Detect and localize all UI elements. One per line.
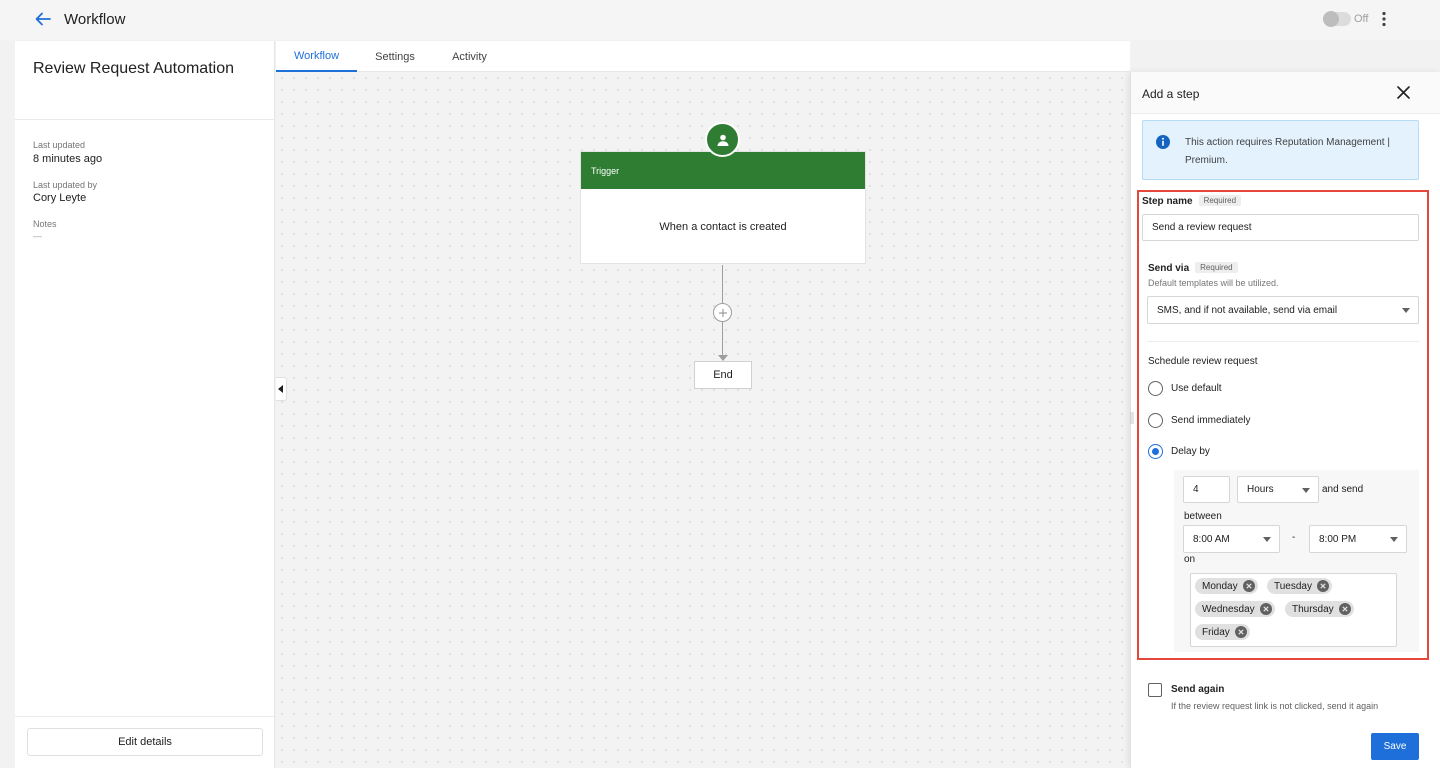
info-banner-text: This action requires Reputation Manageme… (1185, 137, 1390, 166)
chevron-down-icon (1263, 537, 1271, 542)
day-chip-label: Thursday (1292, 603, 1334, 615)
tab-workflow[interactable]: Workflow (276, 41, 357, 72)
required-badge: Required (1195, 262, 1238, 273)
end-time-selected: 8:00 PM (1319, 533, 1357, 545)
collapse-panel-button[interactable] (276, 377, 287, 401)
top-bar: Workflow Off (0, 0, 1440, 40)
radio-send-immediately[interactable]: Send immediately (1148, 413, 1250, 428)
days-multiselect[interactable]: Monday Tuesday Wednesday Thursday Friday (1190, 573, 1397, 647)
info-banner: This action requires Reputation Manageme… (1142, 120, 1419, 180)
last-updated-label: Last updated (33, 140, 86, 150)
send-via-label: Send via Required (1148, 262, 1238, 274)
radio-button[interactable] (1148, 381, 1163, 396)
divider (15, 716, 275, 717)
day-chip: Friday (1195, 624, 1250, 640)
day-chip-label: Wednesday (1202, 603, 1255, 615)
send-via-label-text: Send via (1148, 263, 1190, 274)
workflow-name: Review Request Automation (33, 60, 234, 77)
workflow-details-panel: Review Request Automation Last updated 8… (15, 41, 275, 768)
add-step-drawer: Add a step This action requires Reputati… (1130, 72, 1440, 768)
step-name-label: Step name Required (1142, 195, 1242, 207)
edit-details-button[interactable]: Edit details (27, 728, 263, 756)
drawer-header: Add a step (1131, 72, 1440, 114)
day-chip: Wednesday (1195, 601, 1275, 617)
last-updated-by-value: Cory Leyte (33, 192, 87, 204)
delay-amount-input[interactable]: 4 (1183, 476, 1230, 503)
radio-button[interactable] (1148, 413, 1163, 428)
chevron-down-icon (1302, 487, 1310, 493)
send-again-description: If the review request link is not clicke… (1171, 701, 1379, 711)
drawer-title: Add a step (1142, 87, 1200, 101)
remove-chip-icon[interactable] (1259, 603, 1272, 615)
delay-unit-select[interactable]: Hours (1237, 476, 1319, 503)
close-icon[interactable] (1397, 86, 1410, 99)
required-badge: Required (1198, 195, 1242, 206)
last-updated-by-label: Last updated by (33, 180, 98, 190)
tab-activity[interactable]: Activity (441, 41, 498, 72)
workflow-status-toggle[interactable] (1323, 11, 1351, 27)
connector-line (722, 265, 723, 303)
radio-delay-by[interactable]: Delay by (1148, 444, 1210, 459)
radio-label: Use default (1171, 383, 1222, 394)
remove-chip-icon[interactable] (1316, 580, 1329, 592)
save-button[interactable]: Save (1371, 733, 1419, 760)
contact-avatar-icon (705, 122, 740, 157)
start-time-select[interactable]: 8:00 AM (1183, 525, 1280, 553)
day-chip-label: Monday (1202, 580, 1238, 592)
day-chip: Monday (1195, 578, 1258, 594)
notes-label: Notes (33, 219, 57, 229)
send-again-label: Send again (1171, 684, 1225, 695)
tab-settings[interactable]: Settings (364, 41, 426, 72)
toggle-state-label: Off (1354, 13, 1369, 25)
remove-chip-icon[interactable] (1234, 626, 1247, 638)
more-vertical-icon[interactable] (1378, 10, 1390, 30)
radio-label: Delay by (1171, 446, 1210, 457)
day-chip: Tuesday (1267, 578, 1332, 594)
step-name-input[interactable]: Send a review request (1142, 214, 1419, 241)
remove-chip-icon[interactable] (1242, 580, 1255, 592)
radio-use-default[interactable]: Use default (1148, 381, 1222, 396)
and-send-text: and send (1322, 484, 1364, 495)
info-icon (1156, 135, 1170, 149)
radio-label: Send immediately (1171, 415, 1251, 426)
remove-chip-icon[interactable] (1338, 603, 1351, 615)
last-updated-value: 8 minutes ago (33, 153, 103, 165)
send-via-helper: Default templates will be utilized. (1148, 278, 1279, 288)
add-step-button[interactable] (713, 303, 732, 322)
trigger-node-header: Trigger (581, 152, 865, 189)
between-text: between (1184, 511, 1222, 522)
send-again-checkbox[interactable] (1148, 683, 1162, 697)
end-node: End (694, 361, 752, 389)
trigger-node[interactable]: Trigger When a contact is created (580, 151, 866, 264)
notes-value: — (33, 231, 42, 241)
delay-unit-selected: Hours (1247, 484, 1274, 495)
send-via-select[interactable]: SMS, and if not available, send via emai… (1147, 296, 1419, 324)
plus-icon (718, 308, 727, 317)
caret-left-icon (278, 385, 283, 393)
divider (1147, 341, 1419, 342)
divider (15, 119, 275, 120)
day-chip-label: Friday (1202, 626, 1230, 638)
tab-bar: Workflow Settings Activity (276, 41, 1130, 72)
connector-line (722, 322, 723, 356)
chevron-down-icon (1402, 308, 1410, 313)
schedule-label: Schedule review request (1148, 356, 1258, 367)
day-chip-label: Tuesday (1274, 580, 1312, 592)
radio-button[interactable] (1148, 444, 1163, 459)
day-chip: Thursday (1285, 601, 1354, 617)
step-name-label-text: Step name (1142, 196, 1193, 207)
page-title: Workflow (64, 11, 126, 28)
trigger-node-text: When a contact is created (659, 220, 787, 233)
end-time-select[interactable]: 8:00 PM (1309, 525, 1407, 553)
chevron-down-icon (1390, 537, 1398, 542)
start-time-selected: 8:00 AM (1193, 533, 1230, 545)
time-range-dash: - (1292, 532, 1296, 543)
send-via-selected: SMS, and if not available, send via emai… (1157, 304, 1338, 316)
back-arrow-icon[interactable] (34, 10, 52, 28)
on-text: on (1184, 554, 1196, 565)
resize-handle-icon[interactable] (1130, 412, 1134, 424)
